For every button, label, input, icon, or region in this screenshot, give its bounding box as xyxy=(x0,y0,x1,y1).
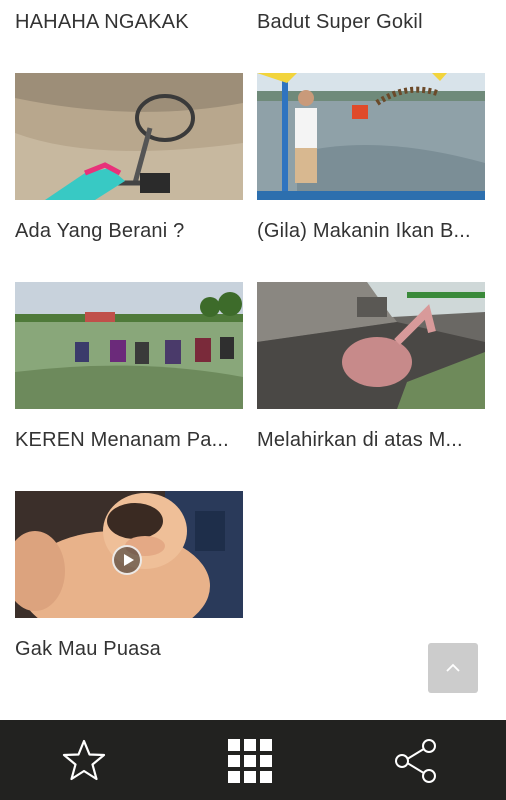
video-title[interactable]: HAHAHA NGAKAK xyxy=(15,9,243,35)
play-icon[interactable] xyxy=(112,545,142,575)
scroll-to-top-button[interactable] xyxy=(428,643,478,693)
video-thumbnail[interactable] xyxy=(257,282,485,409)
star-icon xyxy=(62,739,106,781)
video-thumbnail[interactable] xyxy=(15,73,243,200)
share-icon xyxy=(395,739,436,783)
video-title[interactable]: (Gila) Makanin Ikan B... xyxy=(257,218,485,244)
video-title[interactable]: KEREN Menanam Pa... xyxy=(15,427,243,453)
grid-menu-button[interactable] xyxy=(190,720,310,800)
video-title[interactable]: Badut Super Gokil xyxy=(257,9,485,35)
bottom-toolbar xyxy=(0,720,506,800)
video-thumbnail[interactable] xyxy=(15,282,243,409)
video-title[interactable]: Ada Yang Berani ? xyxy=(15,218,243,244)
video-title[interactable]: Melahirkan di atas M... xyxy=(257,427,485,453)
grid-icon xyxy=(228,739,272,783)
video-thumbnail[interactable] xyxy=(15,491,243,618)
share-button[interactable] xyxy=(360,720,480,800)
favorite-button[interactable] xyxy=(23,720,143,800)
video-title[interactable]: Gak Mau Puasa xyxy=(15,636,243,662)
video-thumbnail[interactable] xyxy=(257,73,485,200)
